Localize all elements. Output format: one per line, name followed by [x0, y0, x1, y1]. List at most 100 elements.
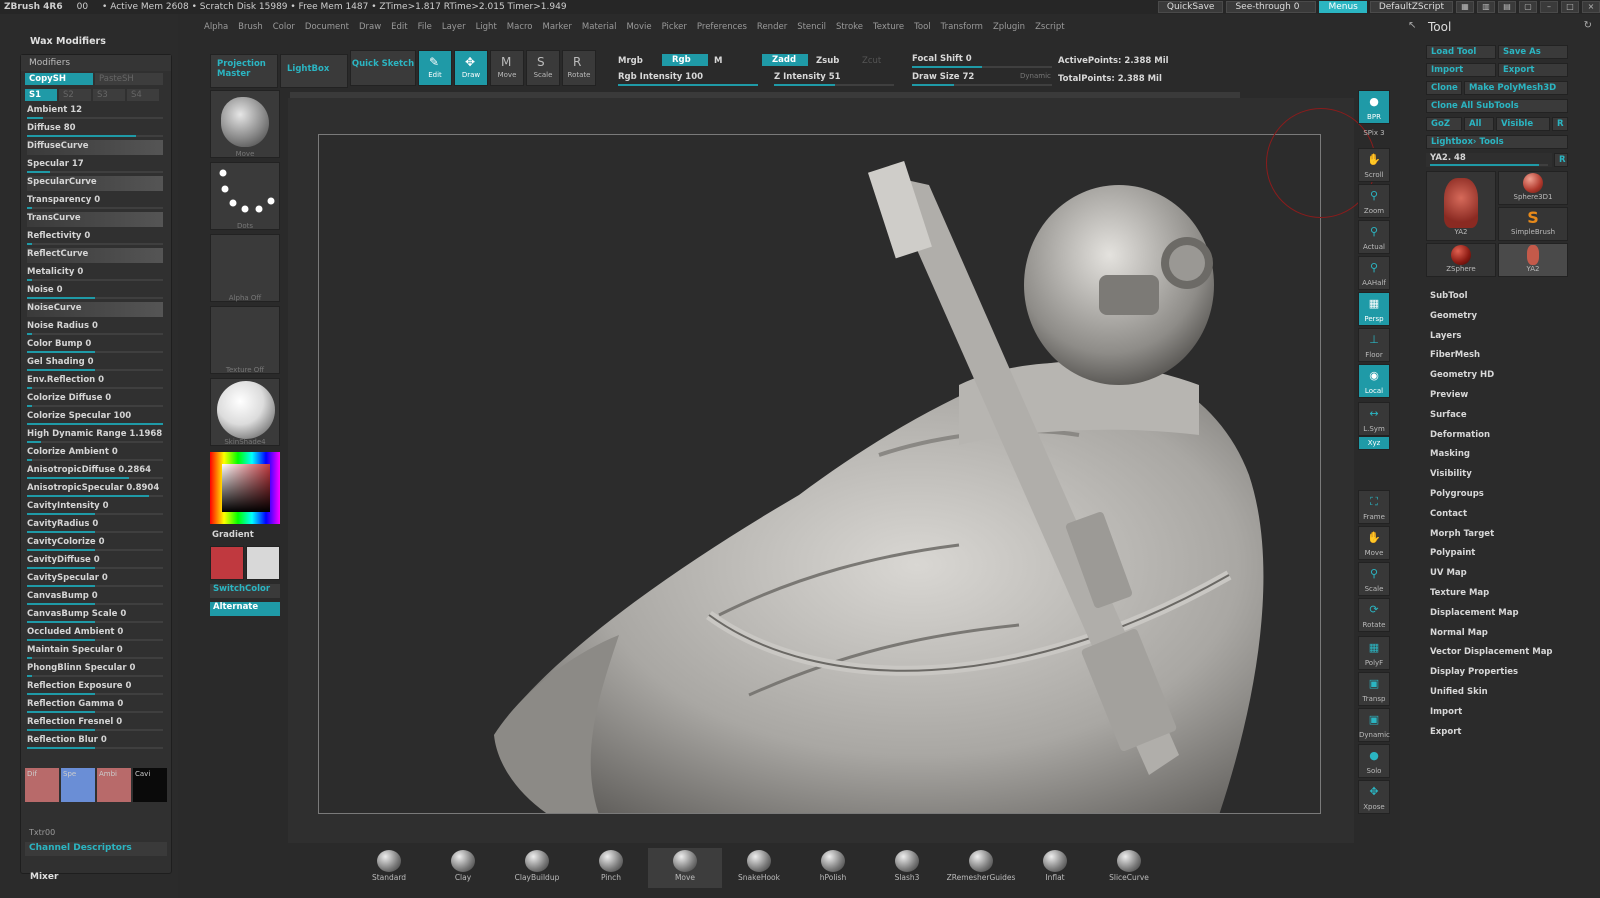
- rgb-intensity-slider[interactable]: Rgb Intensity 100: [618, 72, 703, 82]
- menu-movie[interactable]: Movie: [626, 22, 651, 32]
- nav-bpr[interactable]: ● BPR: [1358, 90, 1390, 124]
- rgb-intensity-track[interactable]: [618, 84, 758, 86]
- menu-transform[interactable]: Transform: [941, 22, 983, 32]
- modifier-slider[interactable]: Transparency 0: [25, 193, 167, 211]
- menu-picker[interactable]: Picker: [662, 22, 687, 32]
- modifier-slider[interactable]: Reflection Gamma 0: [25, 697, 167, 715]
- close-icon[interactable]: ×: [1582, 1, 1600, 13]
- channel-swatch[interactable]: Cavi: [133, 768, 167, 802]
- material-tile[interactable]: SkinShade4: [210, 378, 280, 446]
- menu-zplugin[interactable]: Zplugin: [993, 22, 1025, 32]
- menu-light[interactable]: Light: [476, 22, 497, 32]
- subpalette-vector-displacement-map[interactable]: Vector Displacement Map: [1430, 647, 1553, 657]
- layout-icon-2[interactable]: ▥: [1477, 1, 1495, 13]
- clone-all-subtools-button[interactable]: Clone All SubTools: [1426, 99, 1568, 113]
- nav-zoom[interactable]: ⚲ Zoom: [1358, 184, 1390, 218]
- channel-swatch[interactable]: Dif: [25, 768, 59, 802]
- subpalette-visibility[interactable]: Visibility: [1430, 469, 1472, 479]
- curve-editor[interactable]: SpecularCurve: [25, 175, 167, 193]
- nav-rotate[interactable]: ⟳ Rotate: [1358, 598, 1390, 632]
- rgb-button[interactable]: Rgb: [662, 54, 708, 66]
- modifier-slider[interactable]: Colorize Ambient 0: [25, 445, 167, 463]
- refresh-icon[interactable]: ↻: [1584, 20, 1592, 31]
- brush-slicecurve[interactable]: SliceCurve: [1092, 848, 1166, 888]
- dynamic-toggle[interactable]: Dynamic: [1020, 72, 1051, 80]
- subpalette-fibermesh[interactable]: FiberMesh: [1430, 350, 1480, 360]
- modifier-slider[interactable]: Maintain Specular 0: [25, 643, 167, 661]
- quick-sketch-button[interactable]: Quick Sketch: [350, 50, 416, 86]
- subpalette-unified-skin[interactable]: Unified Skin: [1430, 687, 1488, 697]
- subpalette-preview[interactable]: Preview: [1430, 390, 1468, 400]
- pastesh-button[interactable]: PasteSH: [95, 73, 163, 85]
- slot-button[interactable]: S1: [25, 89, 57, 101]
- subpalette-contact[interactable]: Contact: [1430, 509, 1467, 519]
- menu-material[interactable]: Material: [582, 22, 617, 32]
- modifier-slider[interactable]: Reflection Fresnel 0: [25, 715, 167, 733]
- modifier-slider[interactable]: Ambient 12: [25, 103, 167, 121]
- modifier-slider[interactable]: Specular 17: [25, 157, 167, 175]
- subpalette-displacement-map[interactable]: Displacement Map: [1430, 608, 1519, 618]
- nav-l-sym[interactable]: ↔ L.Sym: [1358, 402, 1390, 436]
- modifier-slider[interactable]: High Dynamic Range 1.1968: [25, 427, 167, 445]
- goz-r-button[interactable]: R: [1552, 117, 1568, 131]
- curve-editor[interactable]: NoiseCurve: [25, 301, 167, 319]
- menu-edit[interactable]: Edit: [391, 22, 407, 32]
- subpalette-masking[interactable]: Masking: [1430, 449, 1470, 459]
- channel-swatch[interactable]: Spe: [61, 768, 95, 802]
- zadd-button[interactable]: Zadd: [762, 54, 808, 66]
- nav-scale[interactable]: ⚲ Scale: [1358, 562, 1390, 596]
- move-button[interactable]: M Move: [490, 50, 524, 86]
- modifier-slider[interactable]: AnisotropicSpecular 0.8904: [25, 481, 167, 499]
- modifier-slider[interactable]: Colorize Specular 100: [25, 409, 167, 427]
- nav-spix-3[interactable]: SPix 3: [1358, 126, 1390, 144]
- modifier-slider[interactable]: Diffuse 80: [25, 121, 167, 139]
- visible-button[interactable]: Visible: [1496, 117, 1550, 131]
- menu-alpha[interactable]: Alpha: [204, 22, 228, 32]
- lock-icon[interactable]: ▢: [1519, 1, 1537, 13]
- tool-thumb-sphere3d[interactable]: Sphere3D1: [1498, 171, 1568, 205]
- edit-button[interactable]: ✎ Edit: [418, 50, 452, 86]
- modifier-slider[interactable]: CavityColorize 0: [25, 535, 167, 553]
- menu-marker[interactable]: Marker: [543, 22, 572, 32]
- stroke-tile[interactable]: Dots: [210, 162, 280, 230]
- modifier-slider[interactable]: Noise 0: [25, 283, 167, 301]
- subpalette-geometry-hd[interactable]: Geometry HD: [1430, 370, 1494, 380]
- modifier-slider[interactable]: Reflection Exposure 0: [25, 679, 167, 697]
- nav-actual[interactable]: ⚲ Actual: [1358, 220, 1390, 254]
- alternate-button[interactable]: Alternate: [210, 602, 280, 616]
- z-intensity-track[interactable]: [774, 84, 894, 86]
- nav-polyf[interactable]: ▦ PolyF: [1358, 636, 1390, 670]
- slot-button[interactable]: S3: [93, 89, 125, 101]
- menu-layer[interactable]: Layer: [442, 22, 466, 32]
- color-picker[interactable]: [210, 452, 280, 524]
- brush-hpolish[interactable]: hPolish: [796, 848, 870, 888]
- menu-tool[interactable]: Tool: [914, 22, 931, 32]
- subpalette-surface[interactable]: Surface: [1430, 410, 1467, 420]
- tool-slider-r-button[interactable]: R: [1554, 153, 1568, 167]
- draw-size-track[interactable]: [912, 84, 1052, 86]
- brush-snakehook[interactable]: SnakeHook: [722, 848, 796, 888]
- tool-thumb-simplebrush[interactable]: S SimpleBrush: [1498, 207, 1568, 241]
- nav-persp[interactable]: ▦ Persp: [1358, 292, 1390, 326]
- channel-swatch[interactable]: Ambi: [97, 768, 131, 802]
- menu-stencil[interactable]: Stencil: [797, 22, 826, 32]
- nav-transp[interactable]: ▣ Transp: [1358, 672, 1390, 706]
- brush-claybuildup[interactable]: ClayBuildup: [500, 848, 574, 888]
- modifier-slider[interactable]: CavityIntensity 0: [25, 499, 167, 517]
- nav-local[interactable]: ◉ Local: [1358, 364, 1390, 398]
- modifier-slider[interactable]: CavityDiffuse 0: [25, 553, 167, 571]
- menu-document[interactable]: Document: [305, 22, 349, 32]
- modifier-slider[interactable]: Reflection Blur 0: [25, 733, 167, 751]
- mixer-header[interactable]: Mixer: [30, 872, 58, 882]
- focal-shift-slider[interactable]: Focal Shift 0: [912, 54, 972, 64]
- subpalette-uv-map[interactable]: UV Map: [1430, 568, 1467, 578]
- modifier-slider[interactable]: Color Bump 0: [25, 337, 167, 355]
- menu-stroke[interactable]: Stroke: [836, 22, 863, 32]
- nav-move[interactable]: ✋ Move: [1358, 526, 1390, 560]
- m-button[interactable]: M: [714, 56, 722, 66]
- brush-pinch[interactable]: Pinch: [574, 848, 648, 888]
- load-tool-button[interactable]: Load Tool: [1426, 45, 1496, 59]
- lightbox-button[interactable]: LightBox: [280, 54, 348, 88]
- modifier-slider[interactable]: CavitySpecular 0: [25, 571, 167, 589]
- menus-button[interactable]: Menus: [1319, 1, 1367, 13]
